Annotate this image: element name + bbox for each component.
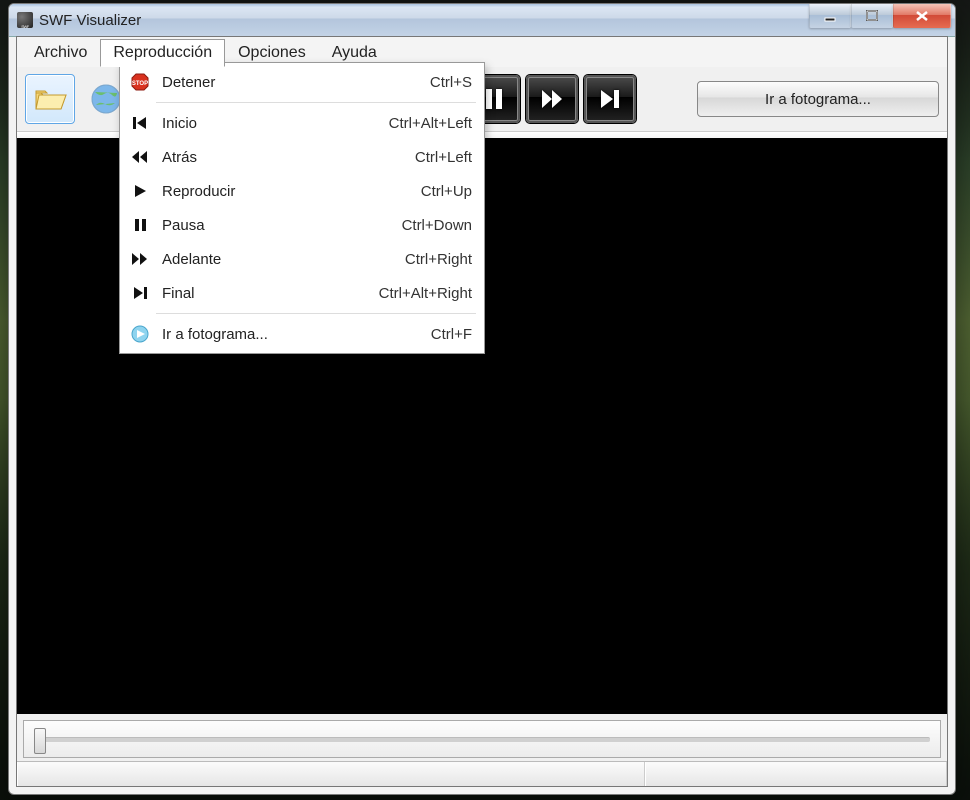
menu-separator: [156, 313, 476, 314]
goto-icon: [128, 325, 152, 343]
menu-item-back-label: Atrás: [162, 149, 403, 166]
menu-item-first[interactable]: Inicio Ctrl+Alt+Left: [122, 106, 482, 140]
goto-frame-button[interactable]: Ir a fotograma...: [697, 81, 939, 117]
menu-item-last-shortcut: Ctrl+Alt+Right: [379, 285, 472, 302]
menu-item-stop-label: Detener: [162, 74, 418, 91]
close-button[interactable]: [893, 4, 951, 28]
menu-item-stop[interactable]: STOP Detener Ctrl+S: [122, 65, 482, 99]
skip-end-icon: [128, 285, 152, 301]
app-icon: [17, 12, 33, 28]
menu-playback[interactable]: Reproducción: [100, 39, 225, 67]
skip-start-icon: [128, 115, 152, 131]
menu-item-forward[interactable]: Adelante Ctrl+Right: [122, 242, 482, 276]
menu-item-forward-label: Adelante: [162, 251, 393, 268]
rewind-icon: [128, 149, 152, 165]
menu-item-forward-shortcut: Ctrl+Right: [405, 251, 472, 268]
maximize-button[interactable]: [851, 4, 893, 28]
menu-item-play-shortcut: Ctrl+Up: [421, 183, 472, 200]
window-controls: [809, 4, 955, 28]
titlebar[interactable]: SWF Visualizer: [9, 4, 955, 37]
menu-item-last[interactable]: Final Ctrl+Alt+Right: [122, 276, 482, 310]
slider-track[interactable]: [34, 737, 930, 742]
pause-icon: [128, 217, 152, 233]
globe-icon: [90, 83, 122, 115]
folder-open-icon: [33, 85, 67, 113]
skip-end-icon: [597, 86, 623, 112]
menu-item-back-shortcut: Ctrl+Left: [415, 149, 472, 166]
timeline-slider[interactable]: [23, 720, 941, 758]
svg-text:STOP: STOP: [132, 81, 148, 87]
slider-thumb[interactable]: [34, 728, 46, 754]
status-left: [17, 762, 645, 786]
minimize-icon: [823, 9, 837, 23]
menu-item-last-label: Final: [162, 285, 367, 302]
open-file-button[interactable]: [25, 74, 75, 124]
menu-item-play-label: Reproducir: [162, 183, 409, 200]
status-bar: [17, 761, 947, 786]
stop-icon: STOP: [128, 73, 152, 91]
fast-forward-icon: [128, 251, 152, 267]
menu-item-back[interactable]: Atrás Ctrl+Left: [122, 140, 482, 174]
menu-item-pause-label: Pausa: [162, 217, 390, 234]
window-title: SWF Visualizer: [39, 12, 141, 29]
menu-item-first-label: Inicio: [162, 115, 377, 132]
minimize-button[interactable]: [809, 4, 851, 28]
app-window: SWF Visualizer Archivo Reproducción Opci…: [8, 3, 956, 795]
menu-item-goto-label: Ir a fotograma...: [162, 326, 419, 343]
close-icon: [914, 9, 930, 23]
menu-file[interactable]: Archivo: [21, 39, 100, 67]
menu-item-pause-shortcut: Ctrl+Down: [402, 217, 472, 234]
fast-forward-icon: [539, 86, 565, 112]
play-icon: [128, 183, 152, 199]
goto-frame-label: Ir a fotograma...: [765, 91, 871, 108]
status-right: [645, 762, 947, 786]
menu-item-goto[interactable]: Ir a fotograma... Ctrl+F: [122, 317, 482, 351]
menu-item-stop-shortcut: Ctrl+S: [430, 74, 472, 91]
menu-item-play[interactable]: Reproducir Ctrl+Up: [122, 174, 482, 208]
menu-separator: [156, 102, 476, 103]
menu-item-pause[interactable]: Pausa Ctrl+Down: [122, 208, 482, 242]
maximize-icon: [865, 9, 879, 23]
playback-menu-dropdown: STOP Detener Ctrl+S Inicio Ctrl+Alt+Left…: [119, 62, 485, 354]
menu-item-first-shortcut: Ctrl+Alt+Left: [389, 115, 472, 132]
toolbar-forward-button[interactable]: [526, 75, 578, 123]
menu-item-goto-shortcut: Ctrl+F: [431, 326, 472, 343]
toolbar-next-button[interactable]: [584, 75, 636, 123]
